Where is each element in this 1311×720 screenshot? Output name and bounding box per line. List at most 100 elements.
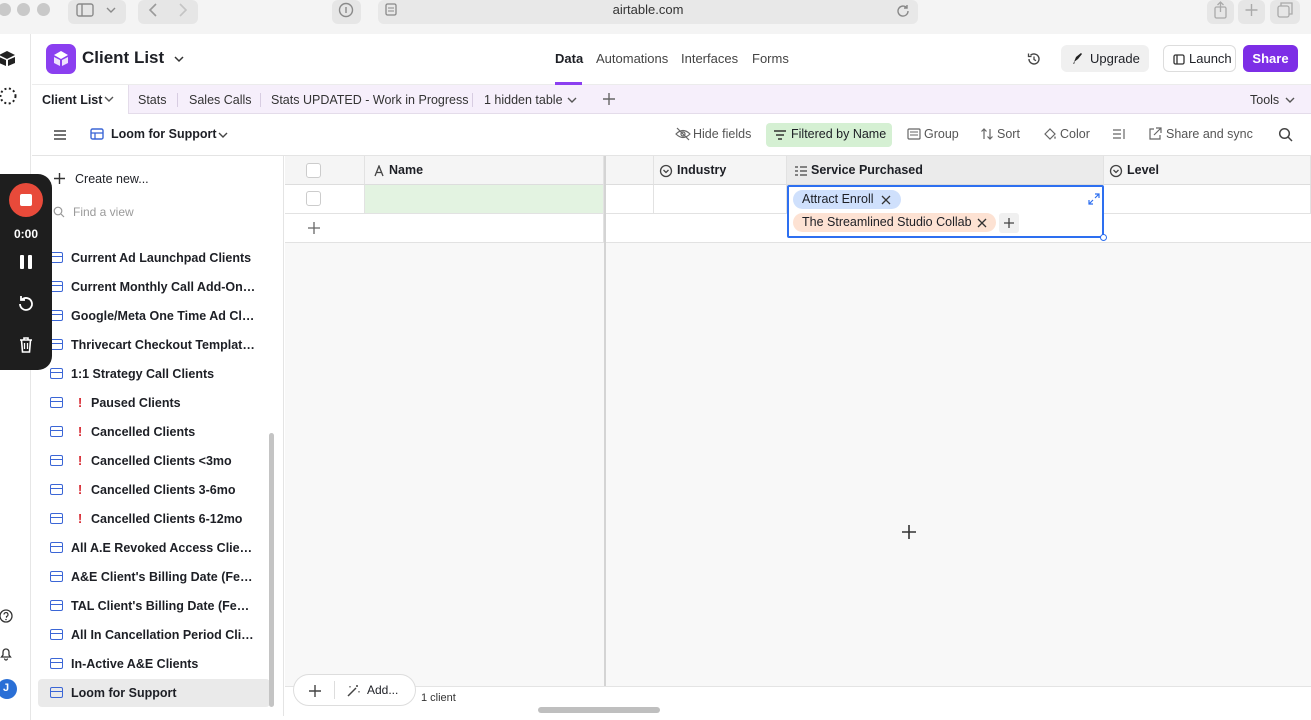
- service-tag[interactable]: Attract Enroll: [793, 190, 901, 209]
- tab-client-list[interactable]: Client List: [32, 85, 129, 114]
- sidebar-view-item[interactable]: Loom for Support: [38, 679, 270, 707]
- hide-fields-button[interactable]: Hide fields: [693, 127, 751, 141]
- fill-handle[interactable]: [1100, 234, 1107, 241]
- minimize-window-dot[interactable]: [17, 3, 30, 16]
- column-header-name[interactable]: Name: [365, 156, 604, 185]
- add-record-row[interactable]: [285, 214, 604, 243]
- zoom-window-dot[interactable]: [37, 3, 50, 16]
- search-icon[interactable]: [1278, 127, 1294, 143]
- history-icon[interactable]: [1026, 51, 1042, 67]
- sidebar-view-item[interactable]: ! Cancelled Clients: [38, 418, 270, 446]
- back-forward-buttons[interactable]: [138, 0, 198, 24]
- grid-view-icon: [50, 571, 63, 582]
- add-record-icon[interactable]: [308, 684, 322, 698]
- sidebar-view-item[interactable]: ! Paused Clients: [38, 389, 270, 417]
- sidebar-view-item[interactable]: ! Cancelled Clients 6-12mo: [38, 505, 270, 533]
- column-service-label: Service Purchased: [811, 163, 923, 177]
- help-icon[interactable]: [0, 608, 14, 624]
- sidebar-view-item[interactable]: Current Monthly Call Add-On ...: [38, 273, 270, 301]
- sidebar-view-item[interactable]: All In Cancellation Period Clients: [38, 621, 270, 649]
- sidebar-view-item[interactable]: 1:1 Strategy Call Clients: [38, 360, 270, 388]
- sidebar-view-item[interactable]: All A.E Revoked Access Clients: [38, 534, 270, 562]
- column-header-level[interactable]: Level: [1104, 156, 1311, 185]
- hidden-cell[interactable]: [606, 185, 654, 214]
- select-all-checkbox[interactable]: [306, 163, 321, 178]
- sidebar-view-item[interactable]: ! Cancelled Clients 3-6mo: [38, 476, 270, 504]
- base-logo[interactable]: [46, 44, 76, 74]
- nav-data[interactable]: Data: [555, 51, 583, 66]
- hidden-tables-menu[interactable]: 1 hidden table: [484, 93, 563, 107]
- row-height-icon[interactable]: [1112, 128, 1126, 140]
- row-checkbox[interactable]: [306, 191, 321, 206]
- column-header-industry[interactable]: Industry: [654, 156, 787, 185]
- tab-stats[interactable]: Stats: [138, 93, 167, 107]
- airtable-logo-icon[interactable]: [0, 50, 16, 66]
- sidebar-scrollbar[interactable]: [269, 433, 274, 707]
- restart-icon[interactable]: [16, 294, 36, 314]
- create-new-view-button[interactable]: Create new...: [50, 169, 250, 191]
- upgrade-button[interactable]: Upgrade: [1061, 45, 1149, 72]
- sidebar-view-item[interactable]: Google/Meta One Time Ad Clie...: [38, 302, 270, 330]
- close-window-dot[interactable]: [0, 3, 11, 16]
- column-header-service-purchased[interactable]: Service Purchased: [787, 156, 1104, 185]
- tools-menu[interactable]: Tools: [1250, 93, 1279, 107]
- launch-button[interactable]: Launch: [1163, 45, 1236, 72]
- reload-icon[interactable]: [896, 3, 912, 19]
- add-tag-button[interactable]: [999, 213, 1019, 233]
- sort-button[interactable]: Sort: [997, 127, 1020, 141]
- upgrade-label: Upgrade: [1090, 51, 1140, 66]
- name-cell[interactable]: [365, 185, 604, 214]
- address-bar[interactable]: airtable.com: [378, 0, 918, 24]
- share-sync-button[interactable]: Share and sync: [1166, 127, 1253, 141]
- grid-view-icon: [50, 542, 63, 553]
- sidebar-view-item[interactable]: TAL Client's Billing Date (Feb 2...: [38, 592, 270, 620]
- grid-view-icon: [50, 397, 63, 408]
- user-avatar[interactable]: J: [0, 679, 17, 699]
- add-table-icon[interactable]: [602, 92, 616, 106]
- notifications-bell-icon[interactable]: [0, 645, 14, 661]
- sidebar-view-item[interactable]: Current Ad Launchpad Clients: [38, 244, 270, 272]
- find-view-input[interactable]: Find a view: [50, 202, 270, 222]
- share-page-button[interactable]: [1207, 0, 1234, 24]
- hamburger-menu-icon[interactable]: [53, 128, 67, 142]
- base-icon: [54, 51, 68, 66]
- ai-add-button[interactable]: Add...: [367, 683, 398, 697]
- grid-view-icon: [50, 455, 63, 466]
- new-tab-button[interactable]: [1238, 0, 1265, 24]
- remove-tag-icon[interactable]: [881, 195, 891, 205]
- service-tag-label: Attract Enroll: [802, 192, 874, 206]
- sidebar-toggle-button[interactable]: [68, 0, 126, 24]
- level-cell[interactable]: [1104, 185, 1311, 214]
- launch-icon: [1173, 54, 1185, 65]
- nav-forms[interactable]: Forms: [752, 51, 789, 66]
- nav-automations[interactable]: Automations: [596, 51, 668, 66]
- sidebar-view-item[interactable]: A&E Client's Billing Date (Feb ...: [38, 563, 270, 591]
- nav-interfaces[interactable]: Interfaces: [681, 51, 738, 66]
- base-title[interactable]: Client List: [82, 48, 185, 68]
- tab-sales-calls[interactable]: Sales Calls: [189, 93, 252, 107]
- stop-recording-button[interactable]: [9, 183, 43, 217]
- privacy-report-button[interactable]: [332, 0, 361, 24]
- tab-overview-button[interactable]: [1270, 0, 1300, 24]
- sidebar-view-item[interactable]: Thrivecart Checkout Template ...: [38, 331, 270, 359]
- sidebar-view-item[interactable]: ! Cancelled Clients <3mo: [38, 447, 270, 475]
- group-button[interactable]: Group: [924, 127, 959, 141]
- exclamation-icon: !: [78, 454, 83, 468]
- tab-stats-updated[interactable]: Stats UPDATED - Work in Progress: [271, 93, 469, 107]
- color-button[interactable]: Color: [1060, 127, 1090, 141]
- sort-icon: [981, 128, 993, 140]
- view-switcher[interactable]: Loom for Support: [88, 124, 234, 146]
- remove-tag-icon[interactable]: [977, 218, 987, 228]
- filter-button[interactable]: Filtered by Name: [766, 123, 892, 147]
- share-button[interactable]: Share: [1243, 45, 1298, 72]
- service-tag[interactable]: The Streamlined Studio Collab: [793, 213, 996, 232]
- industry-cell[interactable]: [654, 185, 787, 214]
- row-checkbox-cell[interactable]: [285, 185, 365, 214]
- pause-icon[interactable]: [17, 253, 35, 271]
- horizontal-scrollbar[interactable]: [538, 707, 660, 713]
- sidebar-view-item[interactable]: In-Active A&E Clients: [38, 650, 270, 678]
- trash-icon[interactable]: [17, 336, 35, 354]
- service-purchased-cell-editor[interactable]: Attract Enroll The Streamlined Studio Co…: [787, 185, 1107, 241]
- expand-cell-icon[interactable]: [1088, 193, 1100, 205]
- crosshair-cursor-icon: [902, 525, 916, 539]
